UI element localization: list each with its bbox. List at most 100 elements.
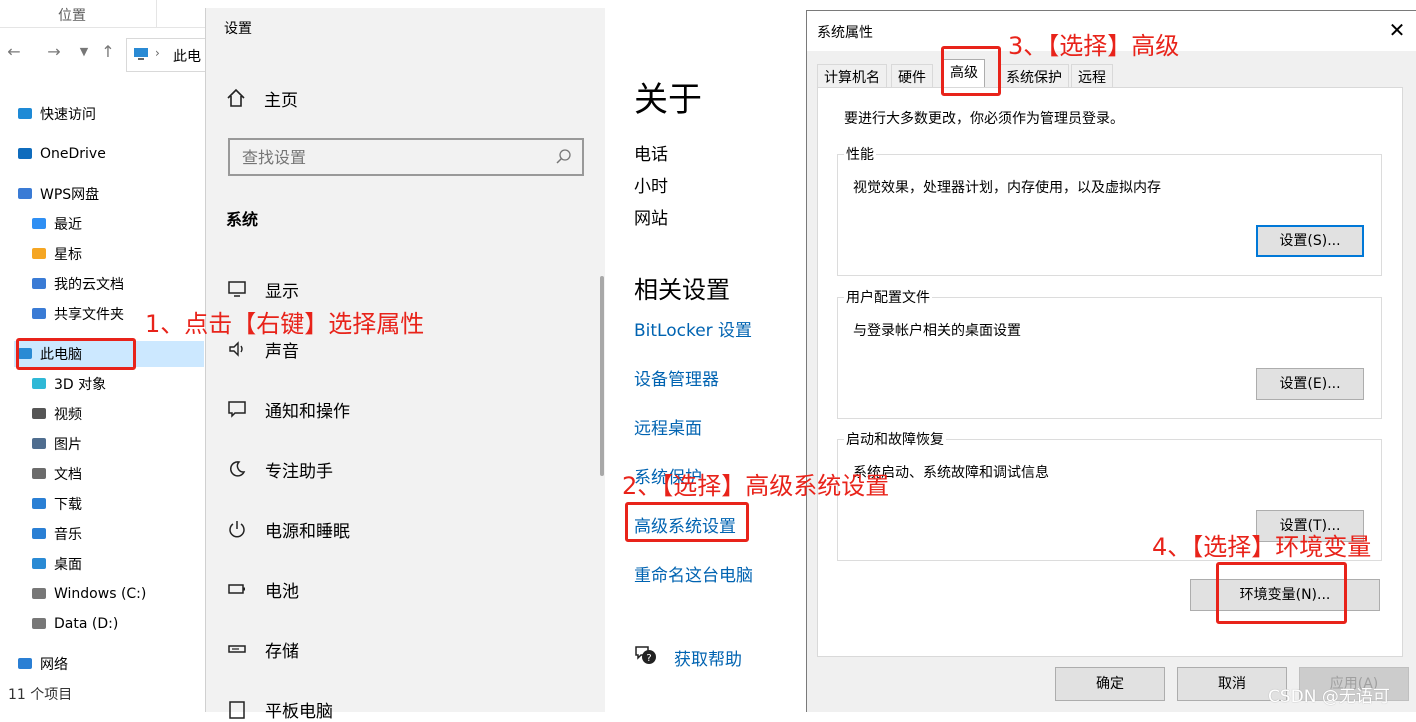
up-arrow-icon[interactable]: ↑ [98,42,118,62]
drive-icon [30,615,48,633]
user-profiles-settings-button[interactable]: 设置(E)... [1256,368,1364,400]
link-rename-pc[interactable]: 重命名这台电脑 [634,561,753,586]
link-bitlocker[interactable]: BitLocker 设置 [634,316,752,341]
moon-icon [226,459,248,479]
home-label: 主页 [264,90,298,111]
column-header: 位置 [0,0,210,28]
tree-item-my-cloud-docs[interactable]: 我的云文档 [30,271,124,297]
music-icon [30,525,48,543]
settings-nav-label: 电池 [265,581,299,602]
tab-system-protection[interactable]: 系统保护 [999,64,1069,88]
settings-nav-sound[interactable]: 声音 [226,336,299,362]
search-icon[interactable] [556,149,572,165]
tree-item-label: 文档 [54,467,82,483]
tree-item-pictures[interactable]: 图片 [30,431,82,457]
about-title: 关于 [634,80,702,120]
tree-item-shared-folder[interactable]: 共享文件夹 [30,301,124,327]
annotation-step-2: 2、【选择】高级系统设置 [622,472,890,500]
link-get-help[interactable]: 获取帮助 [674,645,742,670]
about-item-hours[interactable]: 小时 [634,172,668,197]
breadcrumb-chevron-icon[interactable]: › [155,46,160,60]
tree-item-drive-c[interactable]: Windows (C:) [30,581,146,607]
about-item-website[interactable]: 网站 [634,204,668,229]
tree-item-onedrive[interactable]: OneDrive [16,141,106,167]
tree-item-network[interactable]: 网络 [16,651,68,677]
tree-item-label: 我的云文档 [54,277,124,293]
tree-item-recent[interactable]: 最近 [30,211,82,237]
recent-locations-chevron-icon[interactable]: ▼ [74,42,94,62]
tree-item-label: 快速访问 [40,107,96,123]
settings-search-box[interactable] [228,138,584,176]
tree-item-quick-access[interactable]: 快速访问 [16,101,96,127]
settings-nav-notifications[interactable]: 通知和操作 [226,396,350,422]
performance-group: 性能 视觉效果，处理器计划，内存使用，以及虚拟内存 设置(S)... [837,144,1382,276]
tree-item-3d-objects[interactable]: 3D 对象 [30,371,106,397]
tree-item-drive-d[interactable]: Data (D:) [30,611,118,637]
tree-item-label: 桌面 [54,557,82,573]
settings-nav-focus-assist[interactable]: 专注助手 [226,456,333,482]
tree-item-label: 下载 [54,497,82,513]
tab-hardware[interactable]: 硬件 [891,64,933,88]
tab-computer-name[interactable]: 计算机名 [817,64,887,88]
wps-cloud-icon [16,185,34,203]
settings-nav-label: 通知和操作 [265,401,350,422]
settings-window: 设置 主页 系统 显示声音通知和操作专注助手电源和睡眠电池存储平板电脑 [205,8,605,722]
annotation-step-4: 4、【选择】环境变量 [1152,533,1372,561]
tree-item-label: OneDrive [40,146,106,162]
nav-scrollbar[interactable] [600,276,604,476]
performance-settings-button[interactable]: 设置(S)... [1256,225,1364,257]
tablet-icon [226,699,248,719]
document-icon [30,465,48,483]
speaker-icon [226,339,248,359]
svg-text:?: ? [646,653,651,664]
settings-nav-power-sleep[interactable]: 电源和睡眠 [226,516,350,542]
link-device-manager[interactable]: 设备管理器 [634,365,719,390]
tree-item-label: 网络 [40,657,68,673]
tree-item-desktop[interactable]: 桌面 [30,551,82,577]
column-divider[interactable] [156,0,157,28]
settings-section-title: 系统 [226,210,259,229]
settings-home-link[interactable]: 主页 [226,86,298,111]
annotation-box-advanced-settings [625,502,749,542]
annotation-step-3: 3、【选择】高级 [1008,32,1180,60]
performance-group-title: 性能 [844,144,876,164]
related-settings-title: 相关设置 [634,276,730,304]
star-icon [16,105,34,123]
forward-arrow-icon[interactable]: → [44,42,64,62]
tree-item-videos[interactable]: 视频 [30,401,82,427]
tree-item-wps-drive[interactable]: WPS网盘 [16,181,99,207]
settings-nav-label: 显示 [265,281,299,302]
film-icon [30,405,48,423]
tree-item-downloads[interactable]: 下载 [30,491,82,517]
user-profiles-group-title: 用户配置文件 [844,287,932,307]
tree-item-label: 共享文件夹 [54,307,124,323]
about-item-phone[interactable]: 电话 [634,140,668,165]
link-remote-desktop[interactable]: 远程桌面 [634,414,702,439]
annotation-box-env-vars [1216,562,1347,624]
settings-nav-label: 专注助手 [265,461,333,482]
tree-item-starred[interactable]: 星标 [30,241,82,267]
settings-search-input[interactable] [230,140,550,174]
user-profiles-group: 用户配置文件 与登录帐户相关的桌面设置 设置(E)... [837,287,1382,419]
column-header-location[interactable]: 位置 [58,5,86,25]
cloud-icon [16,145,34,163]
picture-icon [30,435,48,453]
monitor-icon [226,279,248,299]
settings-nav-display[interactable]: 显示 [226,276,299,302]
ok-button[interactable]: 确定 [1055,667,1165,701]
back-arrow-icon[interactable]: ← [4,42,24,62]
address-bar[interactable]: › 此电 [126,38,210,72]
startup-recovery-group-title: 启动和故障恢复 [844,429,946,449]
settings-nav-battery[interactable]: 电池 [226,576,299,602]
settings-nav-storage[interactable]: 存储 [226,636,299,662]
close-icon[interactable]: ✕ [1387,20,1407,40]
settings-nav-tablet[interactable]: 平板电脑 [226,696,333,722]
watermark: CSDN @无语可 [1268,687,1390,707]
settings-nav-label: 存储 [265,641,299,662]
help-chat-icon: ? [634,644,658,666]
cloud-doc-icon [30,275,48,293]
tree-item-music[interactable]: 音乐 [30,521,82,547]
tree-item-documents[interactable]: 文档 [30,461,82,487]
tab-remote[interactable]: 远程 [1071,64,1113,88]
home-icon [226,88,248,108]
